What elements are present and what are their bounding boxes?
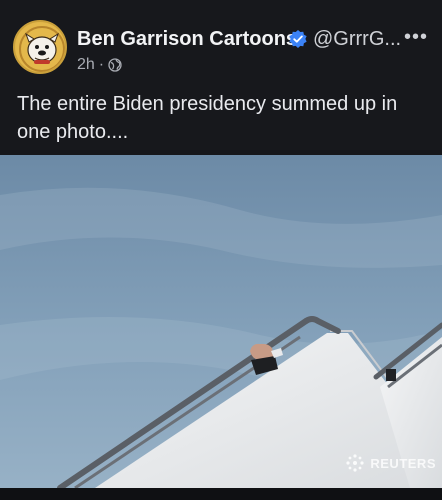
post-text: The entire Biden presidency summed up in… <box>17 93 398 143</box>
author-name[interactable]: Ben Garrison Cartoons <box>77 28 297 51</box>
author-handle[interactable]: @GrrrG... <box>313 28 401 51</box>
post-timestamp[interactable]: 2h <box>77 56 95 74</box>
author-avatar[interactable] <box>13 20 67 74</box>
photo-credit: REUTERS <box>344 452 436 474</box>
meta-separator: · <box>98 56 105 73</box>
verified-badge-icon <box>289 30 307 48</box>
globe-icon <box>108 58 122 72</box>
more-options-icon[interactable]: ••• <box>404 26 428 49</box>
post-meta: 2h · <box>77 56 122 74</box>
post-header: Ben Garrison Cartoons @GrrrG... ••• 2h ·… <box>0 0 442 150</box>
photo-credit-label: REUTERS <box>370 455 436 471</box>
reuters-logo-icon <box>346 454 364 472</box>
bulldog-logo-icon <box>16 23 65 72</box>
post-photo[interactable]: REUTERS <box>0 155 442 488</box>
bottom-divider <box>0 488 442 500</box>
airplane-stairs-photo <box>0 155 442 488</box>
